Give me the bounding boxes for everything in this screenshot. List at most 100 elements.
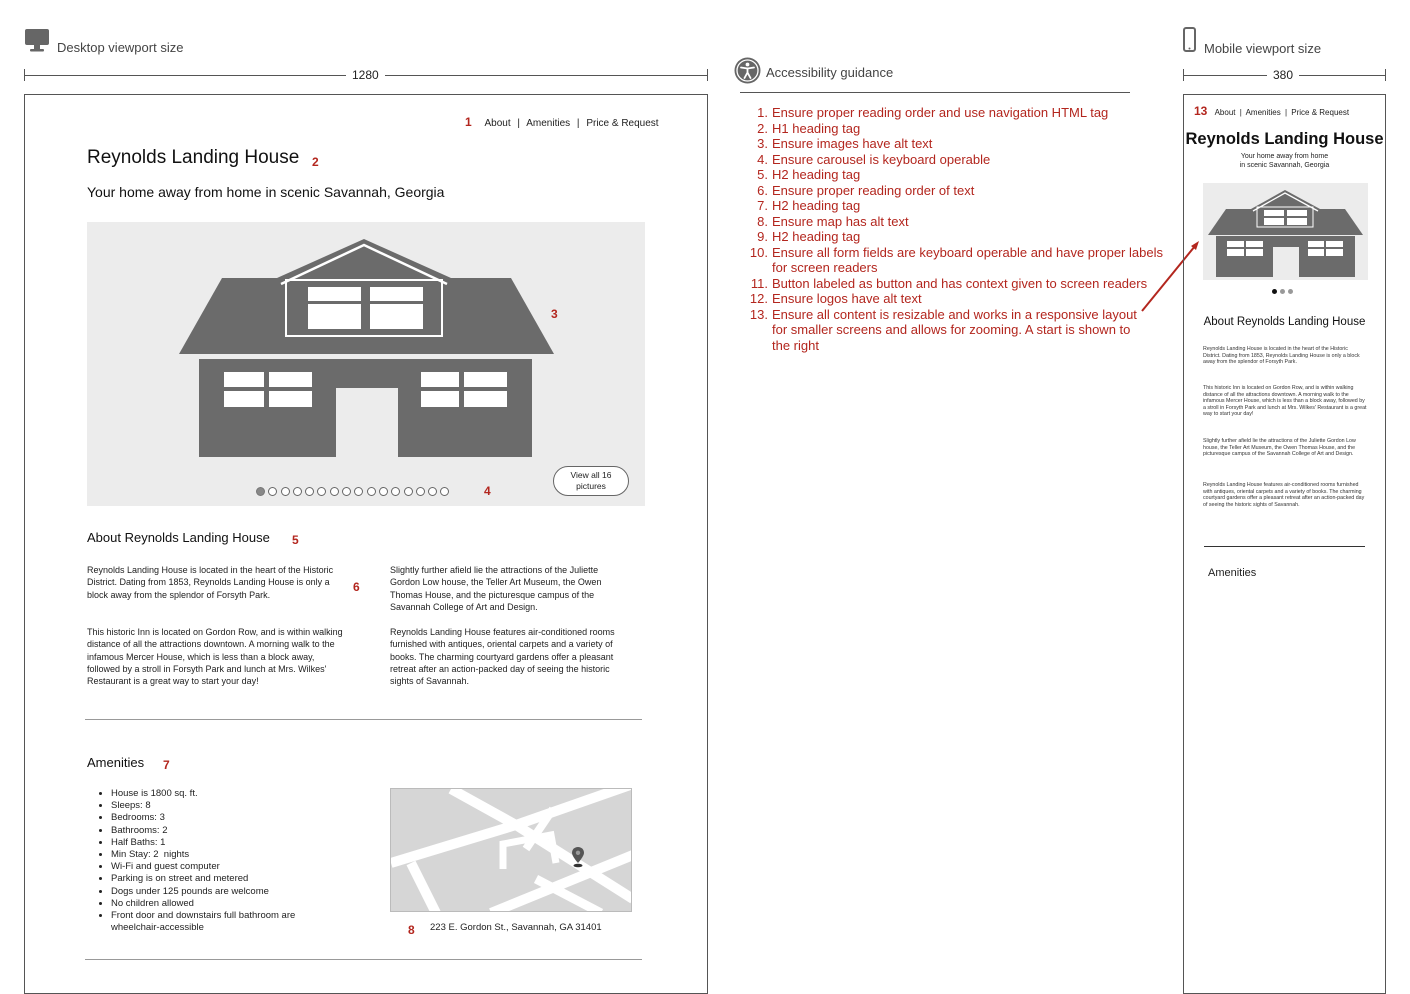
nav-price-request[interactable]: Price & Request xyxy=(1291,108,1349,117)
amenity-item: Min Stay: 2 nights xyxy=(111,849,341,861)
map-pin-icon xyxy=(572,847,584,868)
nav-amenities[interactable]: Amenities xyxy=(526,118,570,129)
desktop-nav: 1 About | Amenities | Price & Request xyxy=(465,115,659,129)
about-paragraph-3: Slightly further afield lie the attracti… xyxy=(1203,438,1356,457)
guidance-text: H2 heading tag xyxy=(772,229,861,244)
map-address: 223 E. Gordon St., Savannah, GA 31401 xyxy=(430,922,602,933)
amenity-item: Parking is on street and metered xyxy=(111,873,341,885)
section-divider xyxy=(85,719,642,720)
guidance-item: 11. Button labeled as button and has cont… xyxy=(740,276,1165,292)
house-image xyxy=(1208,190,1363,277)
carousel-dot[interactable] xyxy=(440,487,450,496)
carousel-dot[interactable] xyxy=(415,487,425,496)
view-all-pictures-button[interactable]: View all 16 pictures xyxy=(553,466,629,496)
guidance-text: Button labeled as button and has context… xyxy=(772,275,1148,291)
mobile-width-label: 380 xyxy=(1267,68,1300,82)
guidance-number: 4. xyxy=(757,151,768,167)
subtitle-line: Your home away from home xyxy=(1240,153,1329,160)
guidance-number: 13. xyxy=(749,306,768,322)
guidance-item: 2. H1 heading tag xyxy=(740,121,1165,137)
marker-4: 4 xyxy=(484,484,491,498)
amenity-item: Bathrooms: 2 xyxy=(111,825,341,837)
guidance-number: 6. xyxy=(757,182,768,198)
guidance-text: H2 heading tag xyxy=(772,167,861,182)
guidance-item: 13. Ensure all content is resizable and w… xyxy=(740,307,1165,354)
house-image xyxy=(179,239,554,457)
guidance-number: 9. xyxy=(757,229,768,244)
nav-price-request[interactable]: Price & Request xyxy=(586,118,658,129)
carousel-dot[interactable] xyxy=(366,487,376,496)
amenity-item: Bedrooms: 3 xyxy=(111,812,341,824)
guidance-item: 6. Ensure proper reading order of text xyxy=(740,183,1165,199)
carousel-dot[interactable] xyxy=(391,487,401,496)
guidance-item: 10. Ensure all form fields are keyboard o… xyxy=(740,245,1165,276)
about-paragraph-2: This historic Inn is located on Gordon R… xyxy=(87,627,343,687)
carousel-dot[interactable] xyxy=(1288,289,1293,294)
mobile-carousel-dots[interactable] xyxy=(1272,289,1293,294)
carousel-dot[interactable] xyxy=(428,487,438,496)
amenity-item: House is 1800 sq. ft. xyxy=(111,788,341,800)
amenity-item: Wi-Fi and guest computer xyxy=(111,861,341,873)
carousel: 3 4 View all 16 pictures xyxy=(87,222,645,506)
carousel-dot[interactable] xyxy=(305,487,315,496)
amenity-item: Sleeps: 8 xyxy=(111,800,341,812)
nav-about[interactable]: About xyxy=(1215,108,1236,117)
about-paragraph-3: Slightly further afield lie the attracti… xyxy=(390,565,602,612)
marker-2: 2 xyxy=(312,155,319,169)
desktop-icon xyxy=(25,29,49,52)
mobile-nav: 13 About | Amenities | Price & Request xyxy=(1194,104,1349,118)
carousel-dot[interactable] xyxy=(268,487,278,496)
guidance-number: 12. xyxy=(749,291,768,306)
nav-separator: | xyxy=(517,118,520,129)
amenities-heading: Amenities xyxy=(1208,567,1257,579)
dimension-tick xyxy=(707,69,708,81)
carousel-dot[interactable] xyxy=(403,487,413,496)
marker-8: 8 xyxy=(408,923,415,937)
mobile-frame: 13 About | Amenities | Price & Request R… xyxy=(1183,94,1386,994)
page-title: Reynolds Landing House xyxy=(87,147,300,168)
map-streets xyxy=(391,789,631,911)
carousel-dot[interactable] xyxy=(280,487,290,496)
nav-amenities[interactable]: Amenities xyxy=(1246,108,1281,117)
desktop-width-label: 1280 xyxy=(346,68,385,82)
carousel-dot[interactable] xyxy=(317,487,327,496)
carousel-dot[interactable] xyxy=(378,487,388,496)
mobile-viewport-label: Mobile viewport size xyxy=(1204,41,1322,56)
about-paragraph-2: This historic Inn is located on Gordon R… xyxy=(1203,385,1367,417)
guidance-number: 2. xyxy=(757,120,768,136)
section-divider xyxy=(1204,546,1365,547)
carousel-dot[interactable] xyxy=(342,487,352,496)
marker-7: 7 xyxy=(163,758,170,772)
guidance-text: H1 heading tag xyxy=(772,120,861,136)
carousel-dots[interactable] xyxy=(256,487,453,497)
carousel-dot[interactable] xyxy=(329,487,339,496)
desktop-frame: 1 About | Amenities | Price & Request Re… xyxy=(24,94,708,994)
carousel-dot[interactable] xyxy=(256,487,265,496)
guidance-number: 8. xyxy=(757,213,768,229)
subtitle-line: in scenic Savannah, Georgia xyxy=(1239,161,1330,169)
marker-1: 1 xyxy=(465,115,472,129)
guidance-number: 5. xyxy=(757,167,768,182)
nav-separator: | xyxy=(1284,108,1288,117)
marker-3: 3 xyxy=(551,307,558,321)
carousel-dot[interactable] xyxy=(1272,289,1277,294)
guidance-number: 7. xyxy=(757,198,768,213)
mobile-phone-icon xyxy=(1183,27,1196,52)
guidance-divider xyxy=(740,92,1130,93)
page-title: Reynolds Landing House xyxy=(1185,130,1384,148)
guidance-text: H2 heading tag xyxy=(772,198,861,213)
guidance-item: 8. Ensure map has alt text xyxy=(740,214,1165,230)
about-paragraph-1: Reynolds Landing House is located in the… xyxy=(1203,346,1360,365)
page-subtitle: Your home away from home in scenic Savan… xyxy=(1184,153,1385,170)
carousel-dot[interactable] xyxy=(354,487,364,496)
accessibility-icon xyxy=(734,57,761,84)
guidance-item: 9. H2 heading tag xyxy=(740,229,1165,245)
desktop-viewport-label: Desktop viewport size xyxy=(57,40,184,55)
about-paragraph-4: Reynolds Landing House features air-cond… xyxy=(1203,482,1365,508)
guidance-number: 10. xyxy=(749,244,768,260)
map[interactable] xyxy=(390,788,632,912)
mobile-carousel xyxy=(1203,183,1368,280)
carousel-dot[interactable] xyxy=(292,487,302,496)
nav-about[interactable]: About xyxy=(484,118,510,129)
carousel-dot[interactable] xyxy=(1280,289,1285,294)
